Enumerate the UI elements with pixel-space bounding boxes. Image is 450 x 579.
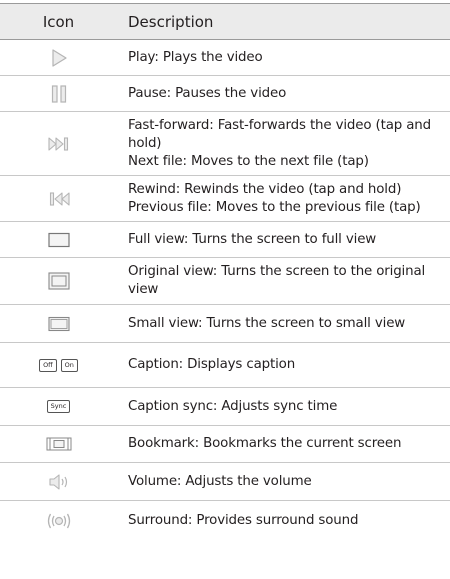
surround-icon (45, 512, 73, 530)
row-description: Small view: Turns the screen to small vi… (128, 315, 406, 331)
table-row: Surround: Provides surround sound (0, 501, 450, 541)
icon-column-header: Icon (42, 12, 75, 31)
caption-off-key: Off (39, 358, 57, 372)
bookmark-icon (46, 436, 72, 452)
table-row: Volume: Adjusts the volume (0, 463, 450, 501)
row-description: Caption sync: Adjusts sync time (128, 398, 338, 414)
row-description: Rewind: Rewinds the video (tap and hold)… (128, 181, 421, 215)
small-view-icon (47, 316, 70, 332)
row-description: Surround: Provides surround sound (128, 513, 359, 528)
table-row: Rewind: Rewinds the video (tap and hold)… (0, 176, 450, 222)
row-description: Caption: Displays caption (128, 357, 296, 372)
fast-forward-icon (47, 136, 70, 152)
original-view-icon (47, 272, 70, 290)
table-row: Original view: Turns the screen to the o… (0, 258, 450, 305)
description-column-header: Description (128, 12, 214, 31)
table-row: Play: Plays the video (0, 40, 450, 76)
pause-icon (49, 84, 69, 104)
row-description: Bookmark: Bookmarks the current screen (128, 436, 402, 451)
row-description: Pause: Pauses the video (128, 85, 287, 101)
row-description: Original view: Turns the screen to the o… (128, 264, 426, 297)
rewind-icon (48, 191, 70, 207)
volume-icon (48, 473, 70, 491)
row-description: Volume: Adjusts the volume (128, 473, 312, 489)
play-icon (49, 48, 69, 68)
table-row: Full view: Turns the screen to full view (0, 222, 450, 258)
table-row: Sync Caption sync: Adjusts sync time (0, 388, 450, 426)
caption-on-key: On (60, 358, 78, 372)
table-row: Off On Caption: Displays caption (0, 343, 450, 388)
caption-sync-icon: Sync (45, 400, 73, 413)
table-row: Pause: Pauses the video (0, 76, 450, 112)
table-row: Fast-forward: Fast-forwards the video (t… (0, 112, 450, 176)
table-header: Icon Description (0, 3, 450, 40)
icon-table: Icon Description Play: Plays the video P… (0, 3, 450, 541)
table-row: Small view: Turns the screen to small vi… (0, 305, 450, 343)
table-row: Bookmark: Bookmarks the current screen (0, 426, 450, 463)
row-description: Play: Plays the video (128, 49, 263, 65)
full-view-icon (47, 232, 70, 248)
sync-key: Sync (46, 400, 71, 413)
row-description: Fast-forward: Fast-forwards the video (t… (128, 117, 431, 169)
caption-toggle-icon: Off On (37, 358, 80, 372)
row-description: Full view: Turns the screen to full view (128, 231, 377, 247)
